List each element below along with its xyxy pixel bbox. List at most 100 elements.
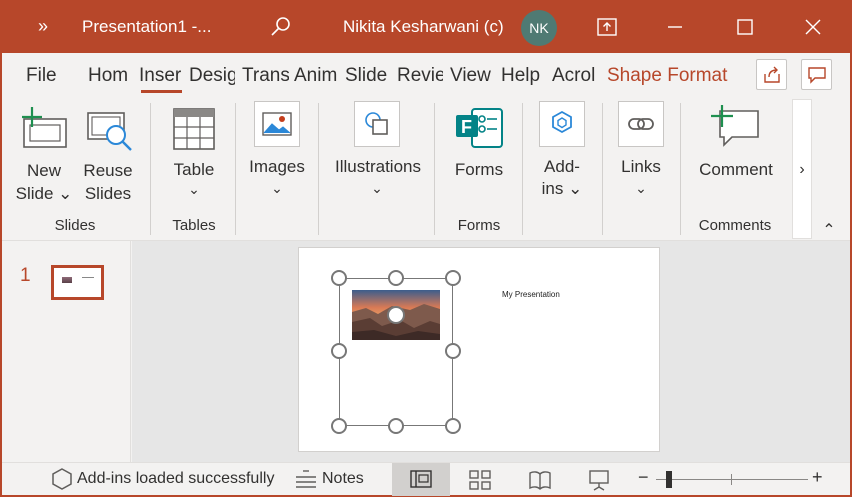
forms-label: Forms [454, 160, 504, 179]
tab-transitions[interactable]: Trans [242, 65, 289, 87]
comment-icon [807, 66, 826, 84]
normal-view-icon [410, 470, 432, 488]
slide-canvas[interactable]: My Presentation [298, 247, 660, 452]
group-separator [522, 103, 523, 235]
tab-file[interactable]: File [26, 65, 62, 87]
quick-access-overflow-button[interactable]: » [38, 0, 48, 53]
new-comment-icon [711, 105, 759, 147]
illustrations-label: Illustrations [335, 157, 421, 176]
group-label-forms: Forms [457, 217, 501, 234]
zoom-slider-track[interactable] [656, 479, 808, 480]
image-icon [262, 112, 292, 136]
reuse-slides-label-2: Slides [84, 184, 132, 203]
tab-insert[interactable]: Inser [139, 65, 183, 87]
notes-icon [296, 470, 316, 488]
resize-handle-bottom-left[interactable] [331, 418, 347, 434]
maximize-icon[interactable] [722, 0, 768, 53]
group-separator [318, 103, 319, 235]
share-button[interactable] [756, 59, 787, 90]
tab-help[interactable]: Help [501, 65, 545, 87]
tab-slide-show[interactable]: Slide [345, 65, 391, 87]
tab-shape-format[interactable]: Shape Format [607, 65, 735, 87]
avatar[interactable]: NK [521, 10, 557, 46]
svg-text:F: F [461, 117, 472, 137]
user-name[interactable]: Nikita Kesharwani (c) [343, 0, 504, 53]
status-bar: Add-ins loaded successfully Notes − + [2, 462, 850, 496]
tab-animations[interactable]: Anim [294, 65, 340, 87]
slide-show-icon[interactable] [588, 469, 610, 491]
add-ins-label-1: Add- [544, 157, 580, 176]
thumbnail-title [82, 277, 94, 278]
resize-handle-top-left[interactable] [331, 270, 347, 286]
links-chevron-icon: ⌄ [635, 180, 647, 196]
group-separator [235, 103, 236, 235]
reuse-slides-icon [87, 112, 132, 151]
reading-view-icon[interactable] [528, 470, 552, 490]
tab-review[interactable]: Revie [397, 65, 443, 87]
resize-handle-top-right[interactable] [445, 270, 461, 286]
ribbon-tabs: File Hom Inser Desig Trans Anim Slide Re… [2, 53, 850, 97]
group-separator [150, 103, 151, 235]
thumbnail-image [62, 277, 72, 283]
slide-title-text[interactable]: My Presentation [502, 290, 560, 299]
resize-handle-bottom[interactable] [388, 418, 404, 434]
rotate-handle-icon[interactable] [386, 306, 406, 324]
illustrations-chevron-icon: ⌄ [371, 180, 383, 196]
tab-home[interactable]: Hom [88, 65, 132, 87]
tab-acrobat[interactable]: Acrol [552, 65, 598, 87]
group-separator [602, 103, 603, 235]
images-label: Images [249, 157, 305, 176]
slide-number: 1 [20, 265, 31, 286]
zoom-in-button[interactable]: + [812, 467, 823, 488]
minimize-icon[interactable] [652, 0, 698, 53]
images-chevron-icon: ⌄ [271, 180, 283, 196]
resize-handle-top[interactable] [388, 270, 404, 286]
close-icon[interactable] [790, 0, 836, 53]
add-ins-status-icon [52, 468, 72, 490]
notes-label: Notes [322, 470, 364, 487]
group-separator [680, 103, 681, 235]
comments-button[interactable] [801, 59, 832, 90]
normal-view-button[interactable] [392, 463, 450, 496]
resize-handle-right[interactable] [445, 343, 461, 359]
tab-view[interactable]: View [450, 65, 496, 87]
app-window: File Hom Inser Desig Trans Anim Slide Re… [2, 53, 850, 496]
group-separator [434, 103, 435, 235]
collapse-ribbon-button[interactable]: ⌃ [818, 219, 840, 242]
zoom-slider-center-tick [731, 474, 732, 485]
slide-thumbnail[interactable] [51, 265, 104, 300]
reuse-slides-label-1: Reuse [83, 161, 133, 180]
add-ins-icon [552, 110, 572, 134]
title-bar: » Presentation1 -... Nikita Kesharwani (… [0, 0, 852, 53]
share-icon [763, 66, 780, 83]
zoom-out-button[interactable]: − [638, 467, 649, 488]
illustrations-icon-frame [354, 101, 400, 147]
avatar-initials: NK [529, 20, 549, 36]
add-ins-icon-frame [539, 101, 585, 147]
group-label-slides: Slides [54, 217, 96, 234]
table-icon [173, 108, 215, 150]
links-icon-frame [618, 101, 664, 147]
comment-label: Comment [699, 160, 773, 179]
new-slide-label-1: New [26, 161, 61, 180]
search-icon[interactable] [258, 0, 304, 53]
tab-design[interactable]: Desig [189, 65, 235, 87]
ribbon-display-options-icon[interactable] [584, 0, 630, 53]
group-label-comments: Comments [698, 217, 772, 234]
new-slide-label-2: Slide ⌄ [15, 184, 73, 203]
document-title[interactable]: Presentation1 -... [82, 0, 211, 53]
slide-sorter-icon[interactable] [469, 470, 491, 490]
add-ins-status-text[interactable]: Add-ins loaded successfully [77, 470, 274, 488]
new-slide-icon [22, 107, 67, 148]
link-icon [628, 118, 654, 130]
ribbon-scroll-right-button[interactable]: › [792, 99, 812, 239]
resize-handle-bottom-right[interactable] [445, 418, 461, 434]
add-ins-label-2: ins ⌄ [541, 179, 583, 198]
zoom-slider-thumb[interactable] [666, 471, 672, 488]
slide-editor: My Presentation [132, 241, 850, 462]
shapes-icon [365, 112, 388, 135]
ribbon-insert: New Slide ⌄ Reuse Slides Slides Table ⌄ … [2, 97, 850, 241]
forms-icon: F [456, 108, 503, 148]
resize-handle-left[interactable] [331, 343, 347, 359]
slide-thumbnail-pane: 1 [2, 241, 131, 462]
